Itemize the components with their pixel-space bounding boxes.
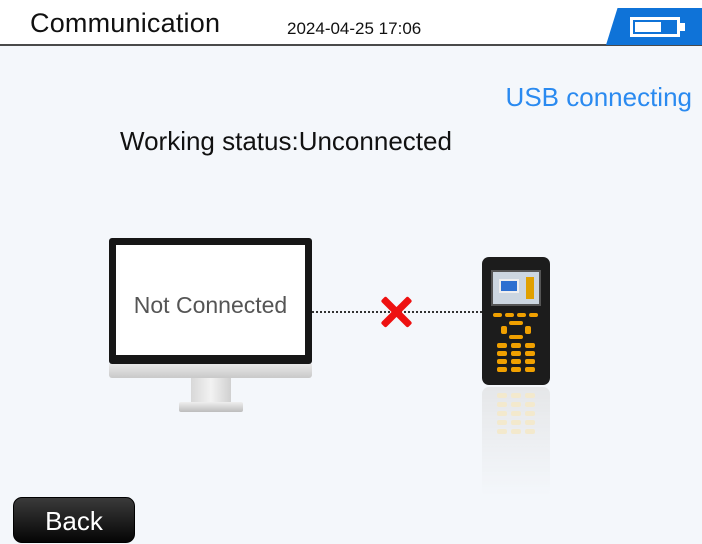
working-status-text: Working status:Unconnected: [120, 126, 452, 156]
top-bar: Communication 2024-04-25 17:06: [0, 0, 702, 46]
disconnected-cross-icon: [379, 295, 413, 329]
handheld-device-icon: [482, 257, 550, 385]
connection-mode-label: USB connecting: [505, 82, 692, 112]
back-button[interactable]: Back: [13, 497, 135, 543]
monitor-status-text: Not Connected: [133, 292, 288, 318]
device-reflection: [482, 387, 550, 497]
monitor-icon: Not Connected: [109, 238, 312, 428]
battery-icon: [606, 8, 702, 45]
datetime-display: 2024-04-25 17:06: [287, 19, 422, 38]
page-title: Communication: [30, 8, 221, 38]
